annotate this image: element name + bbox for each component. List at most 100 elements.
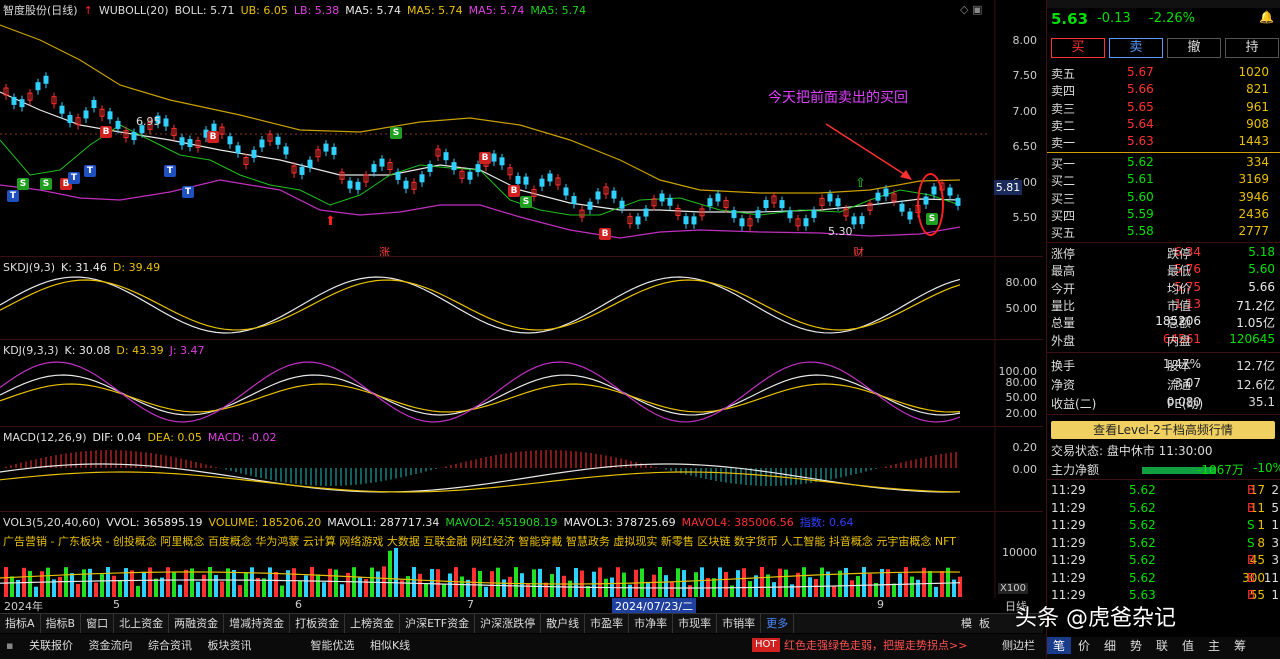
toolbar-item[interactable]: 智能优选 <box>304 634 360 657</box>
volume-bar <box>220 581 224 597</box>
volume-bar <box>904 567 908 597</box>
side-tab[interactable]: 价 <box>1071 637 1097 654</box>
volume-bar <box>826 571 830 597</box>
tick-time: 11:29 <box>1051 535 1086 550</box>
tick-row: 11:29 5.62 300 B 11 <box>1047 571 1280 588</box>
volume-bar <box>184 569 188 597</box>
side-tab[interactable]: 笔 <box>1047 637 1071 654</box>
tab-item[interactable]: 上榜资金 <box>345 614 401 633</box>
tick-time: 11:29 <box>1051 483 1086 497</box>
candle-body <box>283 146 289 155</box>
orderbook-row[interactable]: 买二 5.61 3169 <box>1047 172 1280 189</box>
orderbook-row[interactable]: 卖一 5.63 1443 <box>1047 134 1280 151</box>
cancel-button[interactable]: 撤 <box>1167 38 1221 58</box>
tick-time: 11:29 <box>1051 553 1086 567</box>
tab-item[interactable]: 市销率 <box>717 614 762 633</box>
orderbook-row[interactable]: 卖二 5.64 908 <box>1047 117 1280 134</box>
hold-button[interactable]: 持 <box>1225 38 1279 58</box>
settings-icons[interactable]: ◇ ▣ <box>960 3 982 16</box>
candle-body <box>827 193 833 202</box>
orderbook-row[interactable]: 买五 5.58 2777 <box>1047 224 1280 241</box>
hot-text[interactable]: 红色走强绿色走弱，把握走势拐点>> <box>778 634 973 657</box>
sell-button[interactable]: 卖 <box>1109 38 1163 58</box>
orderbook-row[interactable]: 卖四 5.66 821 <box>1047 82 1280 99</box>
candle-body <box>715 193 721 202</box>
main-chart[interactable]: 智度股份(日线) ↑ WUBOLL(20) BOLL: 5.71 UB: 6.0… <box>0 0 1043 614</box>
volume-bar <box>172 572 176 597</box>
side-tab[interactable]: 值 <box>1175 637 1201 654</box>
orderbook-row[interactable]: 买一 5.62 334 <box>1047 155 1280 172</box>
concept-tags[interactable]: 广告营销 - 广东板块 - 创投概念 阿里概念 百度概念 华为鸿蒙 云计算 网络… <box>0 533 995 549</box>
side-tab[interactable]: 筹 <box>1227 637 1253 654</box>
toolbar-item[interactable]: 板块资讯 <box>201 634 257 657</box>
tab-item[interactable]: 散户线 <box>541 614 586 633</box>
candle-body <box>331 146 337 155</box>
tab-item[interactable]: 市现率 <box>673 614 718 633</box>
stat-label: 跌停 <box>1167 247 1192 261</box>
tab-item[interactable]: 窗口 <box>81 614 115 633</box>
alert-icon[interactable]: 🔔 <box>1259 10 1274 24</box>
level-price: 5.64 <box>1127 116 1154 131</box>
cai-badge: 财 <box>853 246 864 259</box>
sidebar-toggle[interactable]: 侧边栏 <box>996 634 1041 657</box>
volume-bar <box>574 568 578 597</box>
toolbar-item[interactable]: 关联报价 <box>23 634 79 657</box>
tab-item[interactable]: 指标B <box>41 614 82 633</box>
indicator-name: WUBOLL(20) <box>98 3 169 17</box>
orderbook-row[interactable]: 买三 5.60 3946 <box>1047 190 1280 207</box>
volume-bar <box>376 571 380 597</box>
orderbook-row[interactable]: 卖三 5.65 961 <box>1047 100 1280 117</box>
orderbook-row[interactable]: 卖五 5.67 1020 <box>1047 65 1280 82</box>
level2-button[interactable]: 查看Level-2千档高频行情 <box>1051 421 1275 439</box>
toolbar-icon[interactable]: ▪ <box>0 634 19 657</box>
orderbook-row[interactable]: 买四 5.59 2436 <box>1047 207 1280 224</box>
volume-bar <box>418 573 422 597</box>
side-tab[interactable]: 主 <box>1201 637 1227 654</box>
candle-body <box>731 210 737 219</box>
level-volume: 1443 <box>1238 134 1269 149</box>
level-label: 卖三 <box>1051 101 1076 116</box>
tab-item[interactable]: 市盈率 <box>585 614 630 633</box>
candle-body <box>587 201 593 210</box>
candle-body <box>851 216 857 225</box>
volume-bar <box>310 567 314 597</box>
tab-item[interactable]: 北上资金 <box>114 614 170 633</box>
candle-body <box>955 197 961 206</box>
tab-item[interactable]: 沪深ETF资金 <box>400 614 476 633</box>
side-tab[interactable]: 联 <box>1149 637 1175 654</box>
tab-item[interactable]: 指标A <box>0 614 41 633</box>
toolbar-item[interactable]: 综合资讯 <box>142 634 198 657</box>
tab-item[interactable]: 沪深涨跌停 <box>475 614 542 633</box>
tick-count: 5 <box>1271 500 1279 515</box>
stat-value: 5.18 <box>1248 245 1275 259</box>
level-volume: 1020 <box>1238 65 1269 79</box>
side-tab[interactable]: 细 <box>1097 637 1123 654</box>
tab-more[interactable]: 更多 <box>761 614 795 633</box>
volume-bar <box>10 576 14 597</box>
volume-bar <box>694 572 698 597</box>
stats2-row: 收益(二) 0.080 PE(动) 35.1 <box>1047 395 1280 412</box>
vol-unit: X100 <box>998 583 1028 594</box>
buy-button[interactable]: 买 <box>1051 38 1105 58</box>
side-tab[interactable]: 势 <box>1123 637 1149 654</box>
candle-body <box>619 200 625 209</box>
tab-item[interactable]: 市净率 <box>629 614 674 633</box>
stat-label: 市值 <box>1167 298 1192 313</box>
tab-item[interactable]: 增减持资金 <box>224 614 291 633</box>
tick-price: 5.62 <box>1129 535 1156 550</box>
up-arrow-icon: ↑ <box>83 3 93 17</box>
price-axis-label: 5.50 <box>1012 211 1038 224</box>
buy-marker: B <box>508 185 520 197</box>
candle-body <box>235 145 241 154</box>
volume-bar <box>214 575 218 597</box>
volume-bar <box>778 568 782 597</box>
volume-bar <box>754 575 758 597</box>
toolbar-item[interactable]: 相似K线 <box>364 634 416 657</box>
tab-item[interactable]: 打板资金 <box>290 614 346 633</box>
tab-item[interactable]: 两融资金 <box>169 614 225 633</box>
candle-body <box>11 96 17 105</box>
volume-bar <box>628 584 632 597</box>
tab-ban[interactable]: 板 <box>974 614 995 633</box>
toolbar-item[interactable]: 资金流向 <box>82 634 138 657</box>
tick-time: 11:29 <box>1051 518 1086 532</box>
